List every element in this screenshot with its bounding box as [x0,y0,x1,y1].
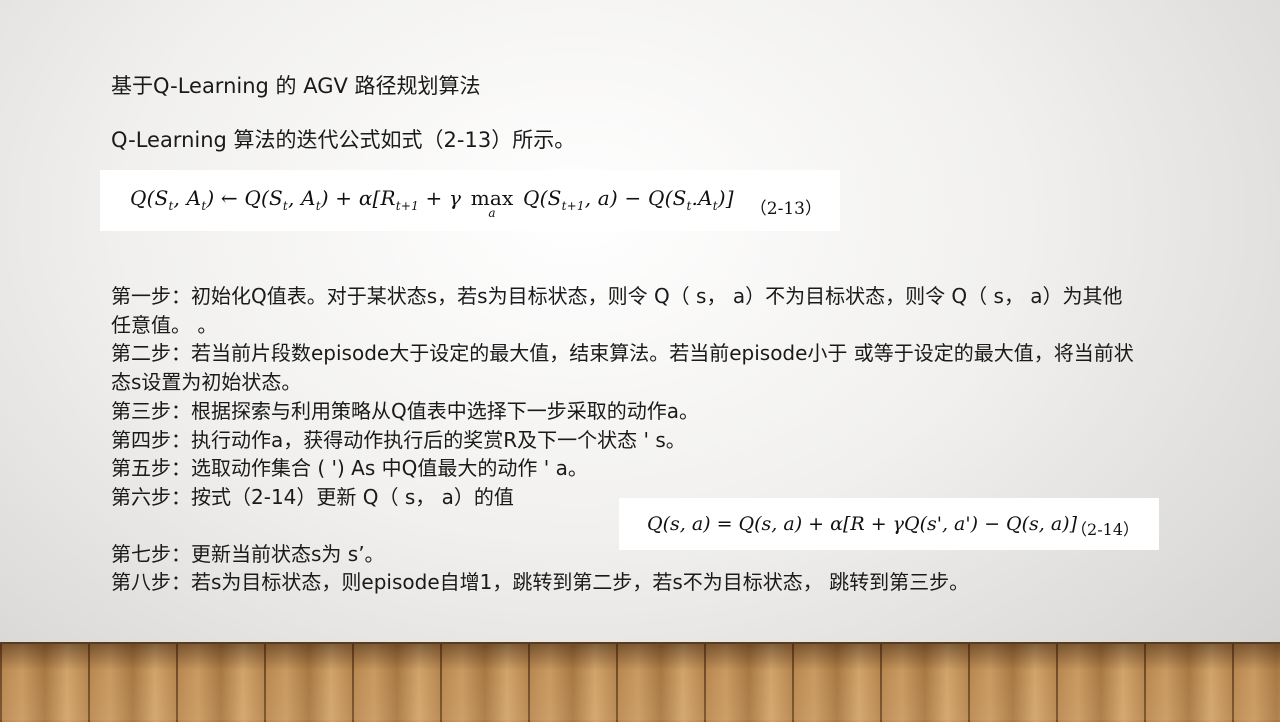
step-1: 第一步：初始化Q值表。对于某状态s，若s为目标状态，则令 Q（ s， a）不为目… [111,284,1123,337]
intro-text: Q-Learning 算法的迭代公式如式（2-13）所示。 [111,128,576,152]
step-5: 第五步：选取动作集合 ( ') As 中Q值最大的动作 ' a。 [111,456,588,481]
step-3: 第三步：根据探索与利用策略从Q值表中选择下一步采取的动作a。 [111,398,699,423]
floor-shading [0,644,1280,720]
formula-2-13: Q(St, At) ← Q(St, At) + α[Rt+1 + γ max a … [100,170,840,231]
slide: 基于Q-Learning 的 AGV 路径规划算法 Q-Learning 算法的… [0,0,1280,722]
formula-2-14-number: （2-14） [1071,520,1139,539]
formula-2-13-number: （2-13） [749,199,822,219]
formula-2-13-expression: Q(St, At) ← Q(St, At) + α[Rt+1 + γ max a … [130,186,734,220]
formula-2-14-expression: Q(s, a) = Q(s, a) + α[R + γQ(s', a') − Q… [647,513,1077,535]
slide-heading: 基于Q-Learning 的 AGV 路径规划算法 [111,74,481,98]
step-4: 第四步：执行动作a，获得动作执行后的奖赏R及下一个状态 ' s。 [111,427,686,452]
step-2: 第二步：若当前片段数episode大于设定的最大值，结束算法。若当前episod… [111,341,1134,395]
formula-2-14: Q(s, a) = Q(s, a) + α[R + γQ(s', a') − Q… [619,498,1159,550]
step-8: 第八步：若s为目标状态，则episode自增1，跳转到第二步，若s不为目标状态，… [111,570,970,595]
